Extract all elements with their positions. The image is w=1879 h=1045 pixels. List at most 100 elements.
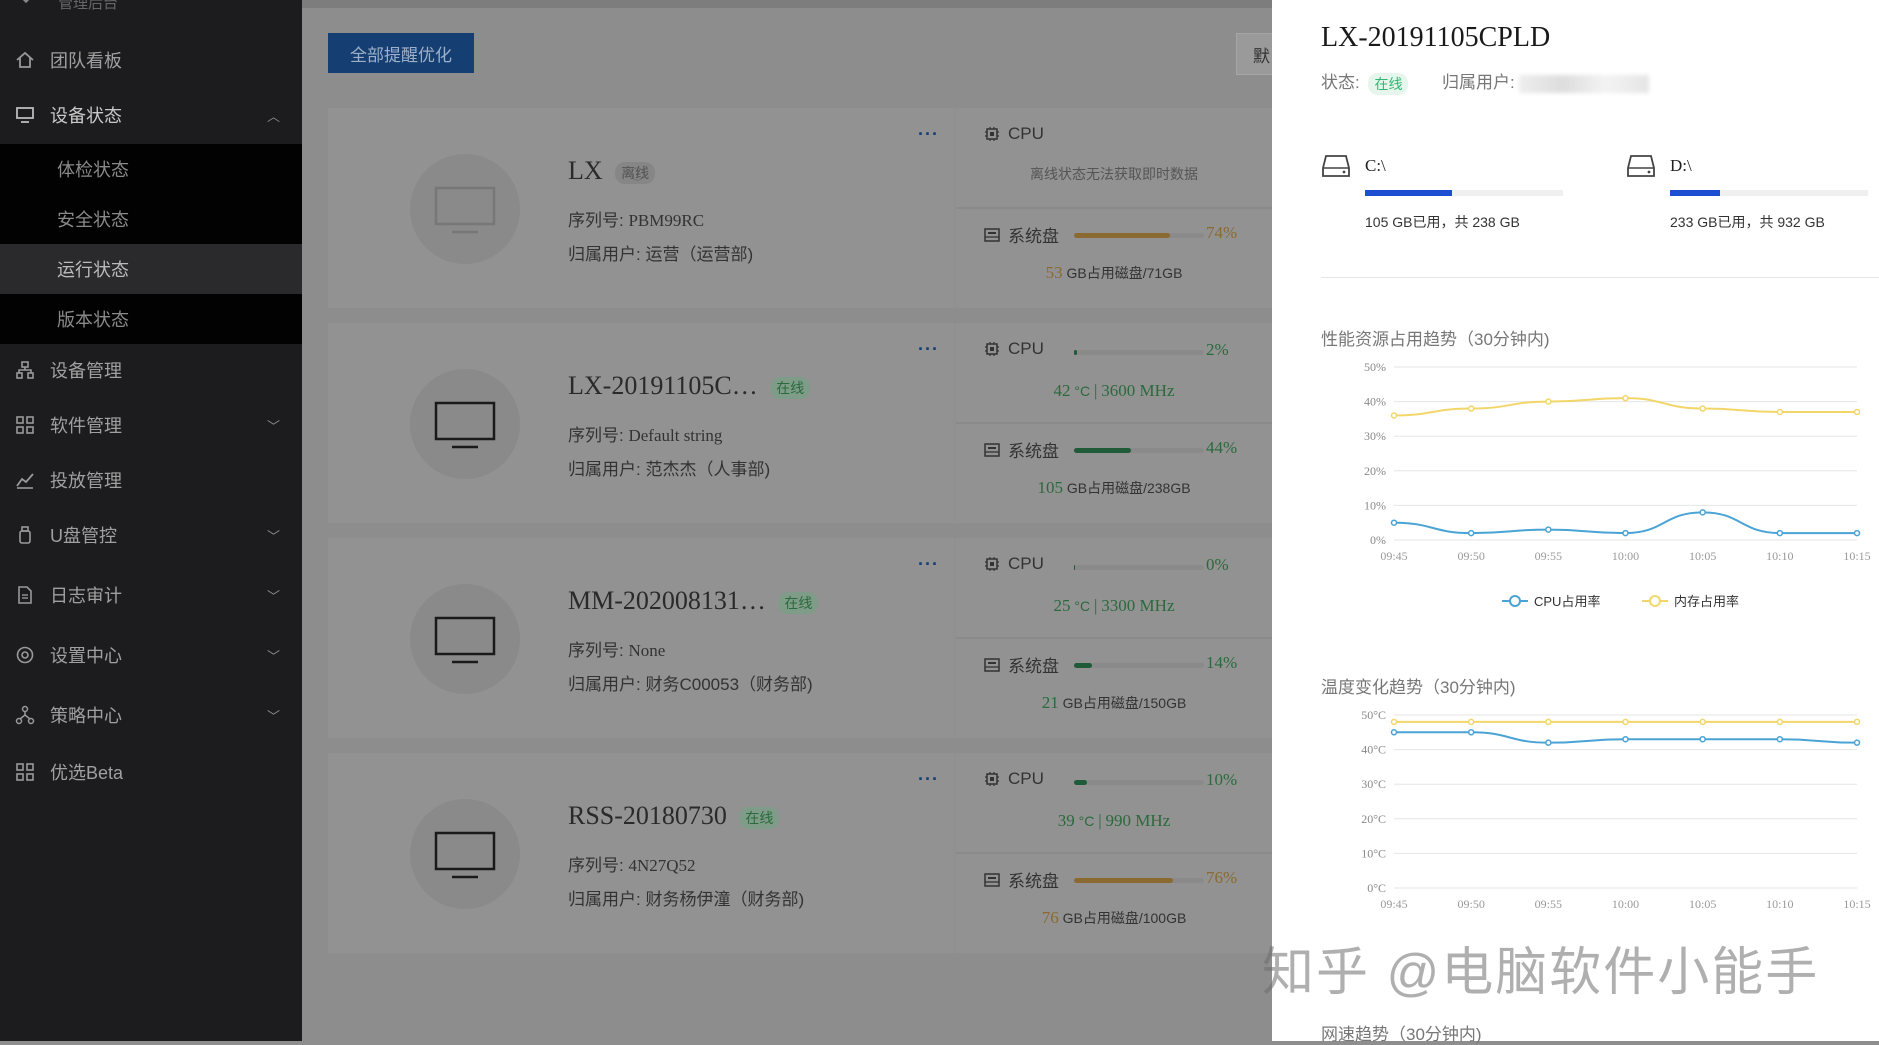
device-metrics-panel: CPU 0% 25 °C | 3300 MHz 系统盘 14% 21 GB占用磁 bbox=[956, 538, 1272, 738]
nav-label: 日志审计 bbox=[50, 586, 122, 606]
status-badge: 在线 bbox=[778, 592, 819, 615]
x-tick-label: 10:00 bbox=[1612, 897, 1639, 911]
monitor-icon bbox=[434, 399, 496, 454]
disk-label: 系统盘 bbox=[1008, 227, 1059, 246]
device-name-text: LX-20191105C… bbox=[568, 371, 758, 400]
celsius-unit: °C bbox=[1078, 813, 1095, 829]
device-card[interactable]: LX 离线ⓘ 序列号: PBM99RC 归属用户: 运营（运营部) ··· CP… bbox=[328, 108, 1272, 308]
disk-used: 53 bbox=[1045, 263, 1063, 282]
disk-label: 系统盘 bbox=[1008, 657, 1059, 676]
divider bbox=[956, 422, 1272, 424]
disk-title: 系统盘 bbox=[984, 652, 1059, 677]
hard-drive-icon bbox=[1321, 152, 1351, 185]
disk-usage-bar bbox=[1365, 190, 1563, 196]
cpu-label: CPU bbox=[1008, 769, 1044, 788]
default-select[interactable]: 默 bbox=[1236, 33, 1276, 75]
data-point bbox=[1699, 509, 1706, 516]
celsius-unit: °C bbox=[1074, 383, 1091, 399]
data-point bbox=[1467, 529, 1475, 537]
strategy-icon bbox=[14, 704, 36, 726]
drawer-status: 状态: 在线 bbox=[1321, 68, 1409, 95]
y-tick-label: 50% bbox=[1364, 360, 1386, 374]
separator: | bbox=[1094, 596, 1098, 615]
legend-label: CPU占用率 bbox=[1534, 594, 1600, 609]
celsius-unit: °C bbox=[1074, 598, 1091, 614]
nav-usb-control[interactable]: U盘管控 ﹀ bbox=[0, 510, 302, 560]
y-tick-label: 30°C bbox=[1361, 777, 1386, 791]
device-name-text: LX bbox=[568, 156, 603, 185]
device-card[interactable]: RSS-20180730 在线 序列号: 4N27Q52 归属用户: 财务杨伊潼… bbox=[328, 753, 1272, 953]
nav-log-audit[interactable]: 日志审计 ﹀ bbox=[0, 570, 302, 620]
nav-deploy-management[interactable]: 投放管理 bbox=[0, 455, 302, 505]
device-avatar bbox=[410, 369, 520, 479]
nav-software-management[interactable]: 软件管理 ﹀ bbox=[0, 400, 302, 450]
disk-name: D:\ bbox=[1670, 156, 1692, 175]
device-card[interactable]: MM-202008131… 在线 序列号: None 归属用户: 财务C0005… bbox=[328, 538, 1272, 738]
optimize-all-button[interactable]: 全部提醒优化 bbox=[328, 33, 474, 73]
cpu-usage-bar bbox=[1074, 780, 1204, 785]
cpu-temp: 25 bbox=[1053, 596, 1071, 615]
x-tick-label: 10:10 bbox=[1766, 549, 1793, 563]
data-point bbox=[1853, 408, 1861, 416]
nav-team-board[interactable]: 团队看板 bbox=[0, 35, 302, 85]
grid-icon bbox=[14, 414, 36, 436]
data-point bbox=[1545, 398, 1552, 405]
more-menu-icon[interactable]: ··· bbox=[918, 124, 939, 145]
cpu-usage-fill bbox=[1074, 780, 1087, 785]
nav-strategy-center[interactable]: 策略中心 ﹀ bbox=[0, 690, 302, 740]
disk-usage-fill bbox=[1074, 233, 1171, 238]
nav-label: 设置中心 bbox=[50, 646, 122, 666]
nav-preferred-beta[interactable]: 优选Beta bbox=[0, 747, 302, 797]
disk-percent: 76% bbox=[1206, 868, 1238, 887]
device-name: LX 离线ⓘ bbox=[568, 156, 656, 186]
nav-label: 软件管理 bbox=[50, 416, 122, 436]
legend-marker bbox=[1509, 595, 1521, 607]
subnav-security-status[interactable]: 安全状态 bbox=[0, 194, 302, 244]
device-metrics-panel: CPU 离线状态无法获取即时数据 系统盘 74% 53 GB占用磁盘/71GB bbox=[956, 108, 1272, 308]
hard-disk-icon bbox=[984, 442, 1000, 458]
nav-device-status[interactable]: 设备状态 ︿ bbox=[0, 90, 302, 140]
subnav-check-status[interactable]: 体检状态 bbox=[0, 144, 302, 194]
nav-settings-center[interactable]: 设置中心 ﹀ bbox=[0, 630, 302, 680]
chevron-down-icon: ﹀ bbox=[266, 418, 280, 434]
disk-usage-fill bbox=[1670, 190, 1720, 196]
more-menu-icon[interactable]: ··· bbox=[918, 339, 939, 360]
home-icon bbox=[14, 49, 36, 71]
legend-label: 内存占用率 bbox=[1674, 594, 1739, 609]
data-point bbox=[1545, 739, 1552, 746]
disk-percent: 14% bbox=[1206, 653, 1238, 672]
disk-text: GB占用磁盘/100GB bbox=[1062, 910, 1187, 926]
x-tick-label: 10:05 bbox=[1689, 897, 1716, 911]
disk-used: 105 bbox=[1037, 478, 1063, 497]
cpu-label: CPU bbox=[1008, 554, 1044, 573]
nav-device-management[interactable]: 设备管理 bbox=[0, 345, 302, 395]
disk-usage-bar bbox=[1074, 878, 1204, 883]
serial-label: 序列号: bbox=[568, 641, 624, 660]
cpu-usage-bar bbox=[1074, 565, 1204, 570]
device-card[interactable]: LX-20191105C… 在线 序列号: Default string 归属用… bbox=[328, 323, 1272, 523]
serial-value: 4N27Q52 bbox=[628, 856, 696, 875]
legend-marker bbox=[1649, 595, 1661, 607]
data-point bbox=[1776, 718, 1784, 726]
more-menu-icon[interactable]: ··· bbox=[918, 554, 939, 575]
divider bbox=[1321, 277, 1879, 278]
device-name: RSS-20180730 在线 bbox=[568, 801, 780, 831]
x-tick-label: 10:15 bbox=[1843, 897, 1870, 911]
serial-value: None bbox=[628, 641, 666, 660]
disk-label: 系统盘 bbox=[1008, 442, 1059, 461]
chevron-down-icon: ﹀ bbox=[266, 708, 280, 724]
data-point bbox=[1853, 718, 1861, 726]
user-value: 运营（运营部) bbox=[645, 245, 754, 264]
serial-label: 序列号: bbox=[568, 856, 624, 875]
device-metrics-panel: CPU 10% 39 °C | 990 MHz 系统盘 76% 76 GB占用磁 bbox=[956, 753, 1272, 953]
nav-label: 投放管理 bbox=[50, 471, 122, 491]
subnav-version-status[interactable]: 版本状态 bbox=[0, 294, 302, 344]
disk-detail: 21 GB占用磁盘/150GB bbox=[956, 693, 1272, 713]
usb-icon bbox=[14, 524, 36, 546]
more-menu-icon[interactable]: ··· bbox=[918, 769, 939, 790]
hard-disk-icon bbox=[984, 657, 1000, 673]
y-tick-label: 20% bbox=[1364, 464, 1386, 478]
cpu-label: CPU bbox=[1008, 124, 1044, 143]
subnav-runtime-status[interactable]: 运行状态 bbox=[0, 244, 302, 294]
disk-detail: 76 GB占用磁盘/100GB bbox=[956, 908, 1272, 928]
